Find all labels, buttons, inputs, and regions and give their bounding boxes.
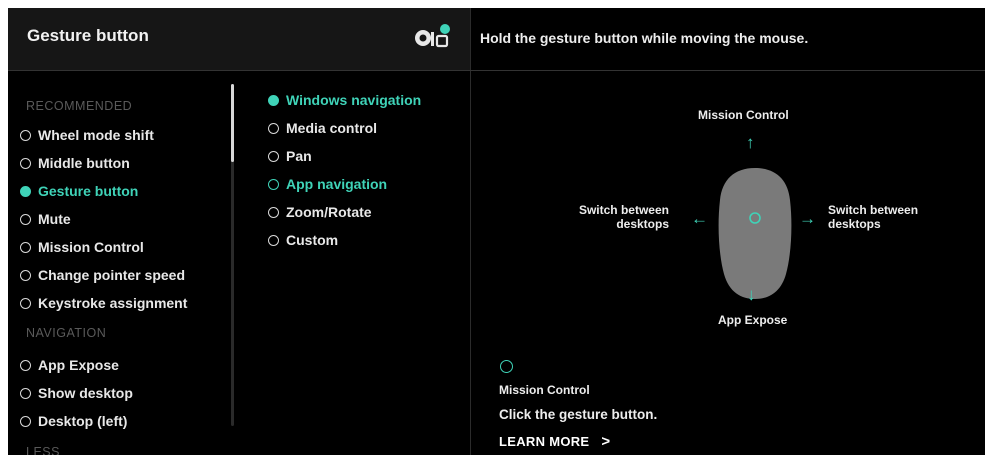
arrow-right-icon: → [799,209,816,228]
preset-app-navigation[interactable]: App navigation [268,172,387,196]
chevron-right-icon: > [601,433,611,450]
gesture-diagram-panel: Mission Control ↑ Switch between desktop… [472,71,985,455]
radio-icon [20,415,31,427]
option-label: App Expose [38,357,119,373]
option-label: Wheel mode shift [38,127,154,143]
option-label: Change pointer speed [38,267,186,283]
option-label: App navigation [286,176,388,192]
option-label: Media control [286,120,378,136]
option-desktop-left[interactable]: Desktop (left) [20,409,127,433]
gesture-left-label: Switch between desktops [549,203,669,231]
radio-icon [268,234,279,246]
radio-icon [20,157,31,169]
radio-icon [268,178,279,190]
gesture-right-label: Switch between desktops [828,203,918,231]
radio-icon [268,150,279,162]
radio-icon [20,213,31,225]
action-category-list: RECOMMENDED Wheel mode shift Middle butt… [8,71,240,455]
less-toggle[interactable]: LESS [26,445,60,455]
learn-more-link[interactable]: LEARN MORE > [499,433,610,450]
radio-icon [268,206,279,218]
gesture-right-label-line2: desktops [828,217,881,231]
option-label: Mission Control [38,239,144,255]
preset-custom[interactable]: Custom [268,228,338,252]
option-label: Keystroke assignment [38,295,188,311]
radio-icon [20,129,31,141]
preset-zoom-rotate[interactable]: Zoom/Rotate [268,200,372,224]
section-heading-recommended: RECOMMENDED [26,99,133,113]
gesture-right-label-line1: Switch between [828,203,919,217]
header-title-bar: Gesture button [8,8,471,70]
option-label: Desktop (left) [38,413,128,429]
arrow-down-icon: ↓ [747,285,756,304]
option-label: Gesture button [38,183,139,199]
option-gesture-button[interactable]: Gesture button [20,179,138,203]
page-title: Gesture button [27,26,149,45]
option-change-pointer-speed[interactable]: Change pointer speed [20,263,185,287]
header: Gesture button Hold the gesture button w… [8,8,985,70]
preset-pan[interactable]: Pan [268,144,312,168]
gesture-left-label-line2: desktops [616,217,669,231]
instruction-text: Hold the gesture button while moving the… [480,30,809,46]
radio-icon [20,387,31,399]
gesture-settings-window: Gesture button Hold the gesture button w… [8,8,985,455]
learn-more-label: LEARN MORE [499,434,590,449]
option-mute[interactable]: Mute [20,207,71,231]
radio-icon [20,269,31,281]
arrow-up-icon: ↑ [746,133,755,152]
option-label: Zoom/Rotate [286,204,372,220]
radio-icon [268,122,279,134]
option-mission-control[interactable]: Mission Control [20,235,144,259]
scrollbar-thumb[interactable] [231,84,234,162]
radio-icon [20,359,31,371]
option-label: Windows navigation [286,92,422,108]
radio-icon [20,297,31,309]
section-heading-navigation: NAVIGATION [26,326,107,340]
click-action-description: Click the gesture button. [499,407,658,422]
click-gesture-icon [500,360,513,373]
gesture-left-label-line1: Switch between [578,203,669,217]
radio-icon [20,241,31,253]
option-middle-button[interactable]: Middle button [20,151,130,175]
gesture-down-label: App Expose [718,313,788,327]
option-show-desktop[interactable]: Show desktop [20,381,133,405]
option-label: Pan [286,148,312,164]
radio-selected-icon [20,185,31,197]
radio-selected-icon [268,94,279,106]
preset-windows-navigation[interactable]: Windows navigation [268,88,421,112]
option-app-expose[interactable]: App Expose [20,353,119,377]
option-label: Middle button [38,155,130,171]
device-settings-icon[interactable] [412,22,452,54]
option-keystroke-assignment[interactable]: Keystroke assignment [20,291,187,315]
gesture-up-label: Mission Control [698,108,789,122]
option-label: Show desktop [38,385,133,401]
mouse-illustration [718,168,792,299]
preset-media-control[interactable]: Media control [268,116,377,140]
option-label: Custom [286,232,339,248]
option-wheel-mode-shift[interactable]: Wheel mode shift [20,123,154,147]
click-action-title: Mission Control [499,383,590,397]
option-label: Mute [38,211,71,227]
arrow-left-icon: ← [691,209,708,228]
gesture-preset-list: Windows navigation Media control Pan App… [240,71,471,455]
